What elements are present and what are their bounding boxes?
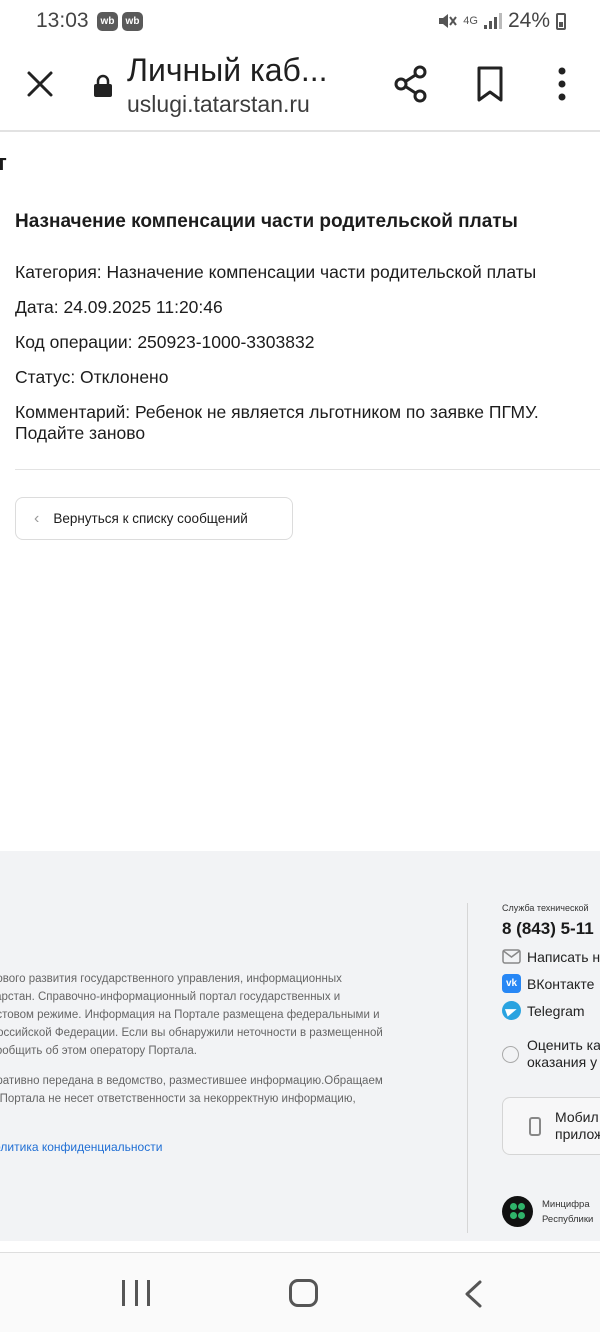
footer-text-line: еративно передана в ведомство, разместив… <box>0 1075 383 1087</box>
wb-notification-icon: wb <box>122 12 143 31</box>
ministry-line: Минцифра <box>542 1198 590 1210</box>
back-to-messages-button[interactable]: ‹ Вернуться к списку сообщений <box>15 497 293 540</box>
browser-toolbar: Личный каб... uslugi.tatarstan.ru <box>0 44 600 132</box>
back-icon[interactable] <box>460 1279 488 1309</box>
message-title: Назначение компенсации части родительско… <box>15 211 518 232</box>
telegram-icon <box>502 1001 521 1020</box>
wb-notification-icon: wb <box>97 12 118 31</box>
page-title[interactable]: Личный каб... <box>127 52 352 89</box>
ministry-line: Республики <box>542 1213 594 1225</box>
footer-text-line: рового развития государственного управле… <box>0 973 342 985</box>
back-button-label: Вернуться к списку сообщений <box>53 511 248 526</box>
write-message-link[interactable]: Написать н <box>502 947 600 966</box>
system-nav-bar <box>0 1252 600 1332</box>
message-comment-continued: Подайте заново <box>15 423 146 443</box>
footer-text-line: о Портала не несет ответственности за не… <box>0 1093 356 1105</box>
vk-link[interactable]: vk ВКонтакте <box>502 974 594 993</box>
phone-icon <box>529 1116 541 1136</box>
footer-divider <box>467 903 468 1233</box>
support-phone[interactable]: 8 (843) 5-11 <box>502 919 594 939</box>
privacy-policy-link[interactable]: олитика конфиденциальности <box>0 1140 162 1154</box>
mute-icon <box>439 14 458 28</box>
bookmark-icon[interactable] <box>468 62 512 106</box>
support-label: Служба технической <box>502 903 589 913</box>
footer-text-line: тарстан. Справочно-информационный портал… <box>0 991 341 1003</box>
message-category: Категория: Назначение компенсации части … <box>15 262 537 282</box>
mobile-app-button[interactable]: Мобил прилож <box>502 1097 600 1155</box>
footer: рового развития государственного управле… <box>0 851 600 1241</box>
write-label: Написать н <box>527 948 600 965</box>
rate-service-link[interactable]: Оценить ка оказания у <box>502 1037 600 1071</box>
vk-icon: vk <box>502 974 521 993</box>
recents-icon[interactable] <box>122 1280 150 1306</box>
telegram-label: Telegram <box>527 1002 585 1019</box>
rate-line: Оценить ка <box>527 1037 600 1053</box>
mobile-line: прилож <box>555 1126 600 1142</box>
page-heading-fragment: т <box>0 150 7 175</box>
share-icon[interactable] <box>389 62 433 106</box>
status-time: 13:03 <box>36 9 89 32</box>
vk-label: ВКонтакте <box>527 975 595 992</box>
ministry-logo <box>502 1196 533 1227</box>
message-date: Дата: 24.09.2025 11:20:46 <box>15 297 223 317</box>
home-icon[interactable] <box>289 1279 318 1307</box>
close-icon[interactable] <box>20 64 60 104</box>
mail-icon <box>502 949 521 964</box>
status-indicators: 4G 24% <box>437 9 566 33</box>
status-bar: 13:03 wb wb 4G 24% <box>0 0 600 44</box>
footer-text-line: естовом режиме. Информация на Портале ра… <box>0 1009 380 1021</box>
network-type: 4G <box>463 14 478 27</box>
rate-line: оказания у <box>527 1054 598 1070</box>
message-status: Статус: Отклонено <box>15 367 169 387</box>
mobile-line: Мобил <box>555 1109 599 1125</box>
signal-icon <box>483 13 502 29</box>
battery-icon <box>556 12 566 30</box>
url-text[interactable]: uslugi.tatarstan.ru <box>127 91 310 118</box>
check-circle-icon <box>502 1046 519 1063</box>
message-comment: Комментарий: Ребенок не является льготни… <box>15 402 539 422</box>
telegram-link[interactable]: Telegram <box>502 1001 585 1020</box>
ministry-logo-link[interactable]: Минцифра Республики <box>502 1196 593 1227</box>
footer-text-line: сообщить об этом оператору Портала. <box>0 1045 197 1057</box>
lock-icon <box>94 74 112 97</box>
footer-text-line: Российской Федерации. Если вы обнаружили… <box>0 1027 383 1039</box>
divider <box>15 469 600 470</box>
battery-percent: 24% <box>507 9 550 32</box>
more-vert-icon[interactable] <box>545 62 579 106</box>
message-operation-code: Код операции: 250923-1000-3303832 <box>15 332 315 352</box>
chevron-left-icon: ‹ <box>34 509 40 527</box>
